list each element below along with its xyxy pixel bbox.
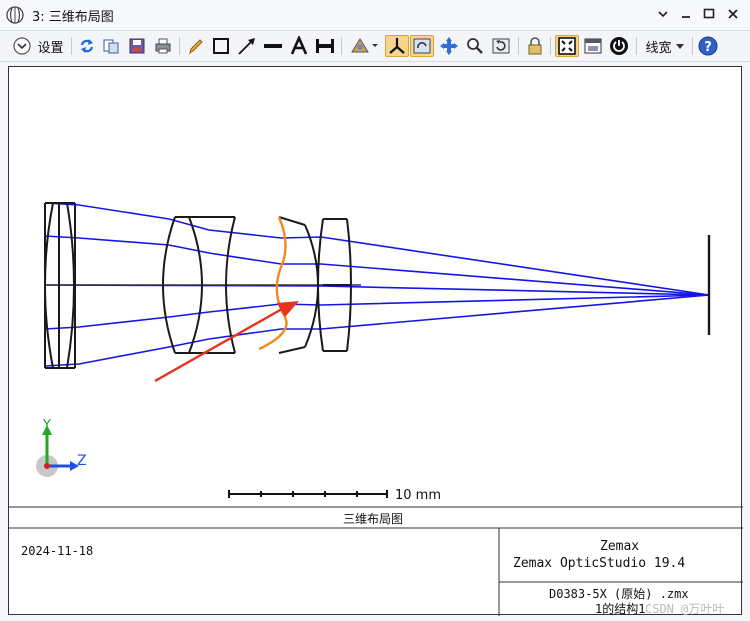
toolbar-divider (636, 37, 637, 55)
lock-icon (528, 37, 542, 55)
pan-button[interactable] (438, 35, 460, 57)
arrow-icon (238, 38, 255, 55)
power-button[interactable] (608, 35, 630, 57)
linewidth-dropdown[interactable]: 线宽 (642, 35, 688, 57)
toolbar-divider (692, 37, 693, 55)
window-menu-button[interactable] (654, 5, 672, 23)
dropdown-caret-icon (675, 44, 684, 49)
help-button[interactable]: ? (697, 35, 719, 57)
settings-button[interactable]: 设置 (8, 35, 68, 57)
power-icon (610, 37, 628, 55)
toolbar-divider (550, 37, 551, 55)
close-icon (728, 9, 738, 19)
axis-z-label: Z (77, 453, 87, 469)
dimension-icon (316, 39, 334, 53)
minimize-button[interactable] (677, 5, 695, 23)
save-button[interactable] (126, 35, 148, 57)
print-button[interactable] (152, 35, 174, 57)
toolbar-divider (179, 37, 180, 55)
footer-company: Zemax (600, 539, 640, 554)
rotate-rect-icon (413, 38, 431, 54)
reset-view-icon (492, 38, 510, 54)
axis-icon (389, 38, 405, 54)
fit-icon (558, 37, 576, 55)
footer-config: 1的结构1 (595, 602, 646, 616)
print-icon (155, 38, 171, 54)
optical-layout-drawing: Y Z 10 mm (9, 202, 743, 616)
pencil-icon (189, 39, 203, 55)
help-icon: ? (698, 36, 718, 56)
text-a-icon (290, 36, 308, 55)
footer-title: 三维布局图 (343, 512, 404, 526)
rectangle-icon (213, 38, 229, 54)
rotate-rect-button[interactable] (410, 35, 434, 57)
ray-1 (44, 202, 710, 296)
save-icon (129, 38, 145, 54)
settings-label: 设置 (37, 40, 64, 56)
watermark: CSDN @万叶叶 (645, 602, 725, 616)
pan-icon (440, 37, 458, 55)
toolbar-divider (71, 37, 72, 55)
rectangle-button[interactable] (210, 35, 232, 57)
footer-date: 2024-11-18 (21, 544, 94, 558)
toolbar-divider (518, 37, 519, 55)
close-button[interactable] (724, 5, 742, 23)
rotate-view-button[interactable] (348, 35, 380, 57)
copy-icon (103, 39, 119, 54)
help-symbol: ? (704, 40, 712, 55)
refresh-icon (80, 39, 94, 53)
window-title: 3: 三维布局图 (32, 10, 114, 25)
layout-window-button[interactable] (582, 35, 604, 57)
footer-product: Zemax OpticStudio 19.4 (513, 556, 686, 571)
maximize-button[interactable] (700, 5, 718, 23)
title-bar: 3: 三维布局图 (0, 0, 750, 31)
pencil-button[interactable] (185, 35, 207, 57)
refresh-button[interactable] (76, 35, 98, 57)
maximize-icon (703, 8, 715, 19)
line-icon (264, 44, 282, 48)
layout-plot-canvas[interactable]: Y Z 10 mm 三维布局图 2024-11-18 Zemax Zemax O… (8, 66, 743, 616)
lock-button[interactable] (524, 35, 546, 57)
line-button[interactable] (262, 35, 284, 57)
text-button[interactable] (288, 35, 310, 57)
linewidth-label: 线宽 (645, 40, 672, 56)
rotate-view-icon (351, 38, 378, 53)
axis-view-button[interactable] (385, 35, 409, 57)
dimension-button[interactable] (314, 35, 336, 57)
toolbar-divider (341, 37, 342, 55)
arrow-button[interactable] (236, 35, 258, 57)
app-lens-icon (6, 6, 24, 24)
zoom-icon (467, 38, 483, 54)
ray-5 (44, 294, 710, 367)
scale-bar-label: 10 mm (395, 488, 441, 503)
chevron-down-icon (658, 11, 668, 18)
axis-y-label: Y (42, 418, 51, 433)
fit-view-button[interactable] (555, 35, 579, 57)
reset-view-button[interactable] (490, 35, 512, 57)
minimize-icon (682, 16, 690, 18)
copy-button[interactable] (100, 35, 122, 57)
scale-bar (228, 490, 388, 498)
zoom-button[interactable] (464, 35, 486, 57)
window-layout-icon (584, 38, 602, 54)
toolbar: 设置 线宽 ? (0, 31, 750, 62)
chevron-circle-icon (13, 37, 32, 55)
